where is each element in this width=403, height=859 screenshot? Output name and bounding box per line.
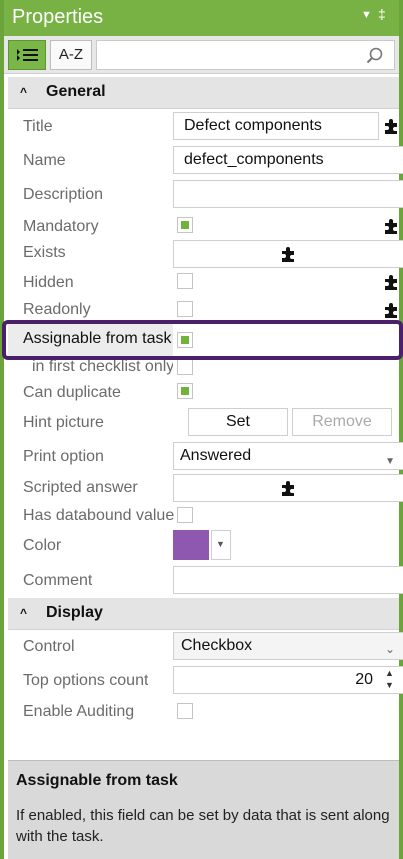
row-control: Control Checkbox ⌄: [8, 632, 403, 662]
pin-icon[interactable]: ‡: [378, 6, 386, 22]
mandatory-checkbox[interactable]: [177, 217, 193, 233]
collapse-chevron-icon: ^: [20, 85, 28, 99]
enable-auditing-label: Enable Auditing: [23, 703, 135, 720]
top-options-label: Top options count: [23, 672, 149, 689]
control-label: Control: [23, 638, 75, 655]
readonly-label: Readonly: [23, 301, 91, 318]
print-option-value: Answered: [180, 447, 252, 464]
comment-field[interactable]: [173, 566, 403, 594]
color-swatch[interactable]: [173, 530, 209, 560]
alphabetical-button[interactable]: A-Z: [50, 40, 92, 70]
control-select[interactable]: Checkbox ⌄: [173, 632, 403, 660]
description-label: Description: [23, 186, 104, 203]
section-general[interactable]: ^ General: [8, 77, 399, 109]
mandatory-label: Mandatory: [23, 218, 99, 235]
mandatory-script-icon[interactable]: [383, 217, 401, 235]
script-puzzle-icon[interactable]: [383, 117, 401, 135]
description-title: Assignable from task: [16, 772, 178, 789]
chevron-down-icon: ⌄: [384, 642, 395, 656]
row-top-options: Top options count 20 ▲ ▼: [8, 666, 403, 696]
panel-title: Properties: [12, 6, 104, 28]
panel-menu-icon[interactable]: ▼: [361, 9, 372, 21]
selection-highlight-frame: [2, 320, 403, 360]
row-exists: Exists: [8, 240, 403, 268]
scripted-answer-script-icon[interactable]: [280, 479, 298, 497]
print-option-select[interactable]: Answered ▼: [173, 442, 403, 470]
control-value: Checkbox: [181, 637, 253, 654]
color-picker-button[interactable]: ▼: [211, 530, 231, 560]
grid-empty-space: [8, 730, 399, 760]
hidden-label: Hidden: [23, 274, 74, 291]
comment-label: Comment: [23, 572, 93, 589]
section-title-general: General: [46, 83, 106, 100]
collapse-chevron-icon: ^: [20, 606, 28, 620]
description-field[interactable]: [173, 180, 403, 208]
row-can-duplicate: Can duplicate: [8, 380, 399, 408]
row-hidden: Hidden: [8, 270, 399, 298]
row-description: Description: [8, 180, 403, 210]
row-mandatory: Mandatory: [8, 214, 399, 242]
row-enable-auditing: Enable Auditing: [8, 700, 399, 728]
title-field[interactable]: Defect components: [173, 112, 379, 140]
hint-remove-button[interactable]: Remove: [292, 408, 392, 436]
row-print-option: Print option Answered ▼: [8, 442, 403, 472]
hidden-script-icon[interactable]: [383, 273, 401, 291]
properties-toolbar: A-Z: [4, 36, 399, 74]
row-color: Color ▼: [8, 530, 399, 562]
databound-label: Has databound values: [23, 507, 175, 524]
databound-checkbox[interactable]: [177, 507, 193, 523]
row-scripted-answer: Scripted answer: [8, 474, 403, 502]
hidden-checkbox[interactable]: [177, 273, 193, 289]
name-field[interactable]: defect_components: [173, 146, 403, 174]
readonly-script-icon[interactable]: [383, 301, 399, 319]
first-checklist-label: in first checklist only: [32, 358, 173, 375]
can-duplicate-label: Can duplicate: [23, 384, 121, 401]
top-options-stepper[interactable]: 20: [173, 666, 403, 694]
panel-titlebar: Properties ▼ ‡: [4, 0, 399, 36]
first-checklist-checkbox[interactable]: [177, 359, 193, 375]
row-hint-picture: Hint picture Set Remove: [8, 408, 399, 438]
readonly-checkbox[interactable]: [177, 301, 193, 317]
hint-picture-label: Hint picture: [23, 414, 104, 431]
search-icon: [366, 47, 383, 64]
can-duplicate-checkbox[interactable]: [177, 383, 193, 399]
exists-label: Exists: [23, 244, 66, 261]
row-readonly: Readonly: [8, 298, 399, 320]
color-dropdown-icon: ▼: [216, 539, 225, 549]
title-label: Title: [23, 118, 53, 135]
description-text: If enabled, this field can be set by dat…: [16, 807, 390, 845]
top-options-value: 20: [355, 671, 373, 688]
stepper-arrows-icon[interactable]: ▲ ▼: [385, 667, 394, 691]
name-label: Name: [23, 152, 66, 169]
enable-auditing-checkbox[interactable]: [177, 703, 193, 719]
properties-panel: Properties ▼ ‡ A-Z ^ General Title Defec…: [0, 0, 403, 859]
row-databound: Has databound values: [8, 504, 399, 530]
row-comment: Comment: [8, 566, 403, 596]
search-input[interactable]: [96, 40, 395, 70]
exists-script-icon[interactable]: [280, 245, 298, 263]
color-label: Color: [23, 537, 62, 554]
hint-set-button[interactable]: Set: [188, 408, 288, 436]
row-title: Title Defect components: [8, 112, 399, 142]
print-option-label: Print option: [23, 448, 104, 465]
categorized-button[interactable]: [8, 40, 46, 70]
scripted-answer-field[interactable]: [173, 474, 403, 502]
section-title-display: Display: [46, 604, 103, 621]
categorized-view-icon: [17, 49, 38, 61]
section-display[interactable]: ^ Display: [8, 598, 399, 630]
dropdown-arrow-icon: ▼: [385, 456, 395, 467]
exists-field[interactable]: [173, 240, 403, 268]
scripted-answer-label: Scripted answer: [23, 479, 138, 496]
property-description-pane: Assignable from task If enabled, this fi…: [8, 760, 399, 859]
row-name: Name defect_components: [8, 146, 403, 176]
